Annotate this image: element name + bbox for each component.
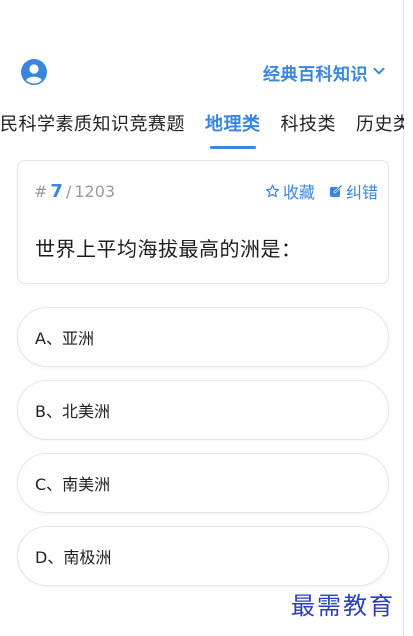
edit-icon <box>329 184 343 198</box>
tab-geography[interactable]: 地理类 <box>195 96 271 152</box>
favorite-button[interactable]: 收藏 <box>265 179 315 203</box>
category-tabs: 民科学素质知识竞赛题 地理类 科技类 历史类 <box>0 96 404 152</box>
current-question-number: 7 <box>50 181 63 202</box>
tab-science-literacy[interactable]: 民科学素质知识竞赛题 <box>0 96 195 152</box>
category-dropdown[interactable]: 经典百科知识 <box>263 60 386 85</box>
tab-history[interactable]: 历史类 <box>346 96 404 152</box>
app-screen: 经典百科知识 民科学素质知识竞赛题 地理类 科技类 历史类 # 7 / 1203 <box>0 0 404 636</box>
answer-option-d[interactable]: D、南极洲 <box>17 526 389 586</box>
report-error-button[interactable]: 纠错 <box>329 179 378 203</box>
chevron-down-icon <box>372 63 386 82</box>
star-icon <box>265 184 280 199</box>
report-label: 纠错 <box>345 183 378 202</box>
total-questions: 1203 <box>74 182 116 201</box>
header-bar: 经典百科知识 <box>0 48 404 94</box>
question-text: 世界上平均海拔最高的洲是： <box>35 237 302 261</box>
tab-technology[interactable]: 科技类 <box>271 96 347 152</box>
question-counter: # 7 / 1203 <box>34 181 115 202</box>
watermark-text: 最需教育 <box>291 592 395 620</box>
answer-option-a[interactable]: A、亚洲 <box>17 307 389 367</box>
counter-hash: # <box>34 182 48 201</box>
question-card: # 7 / 1203 收藏 纠错 世界上平均海拔最高的洲是： <box>17 160 389 284</box>
counter-separator: / <box>65 182 72 201</box>
answer-option-c[interactable]: C、南美洲 <box>17 453 389 513</box>
answer-option-b[interactable]: B、北美洲 <box>17 380 389 440</box>
category-label: 经典百科知识 <box>263 64 368 85</box>
question-actions: 收藏 纠错 <box>265 179 378 203</box>
user-avatar-icon[interactable] <box>21 59 47 85</box>
favorite-label: 收藏 <box>282 183 315 202</box>
